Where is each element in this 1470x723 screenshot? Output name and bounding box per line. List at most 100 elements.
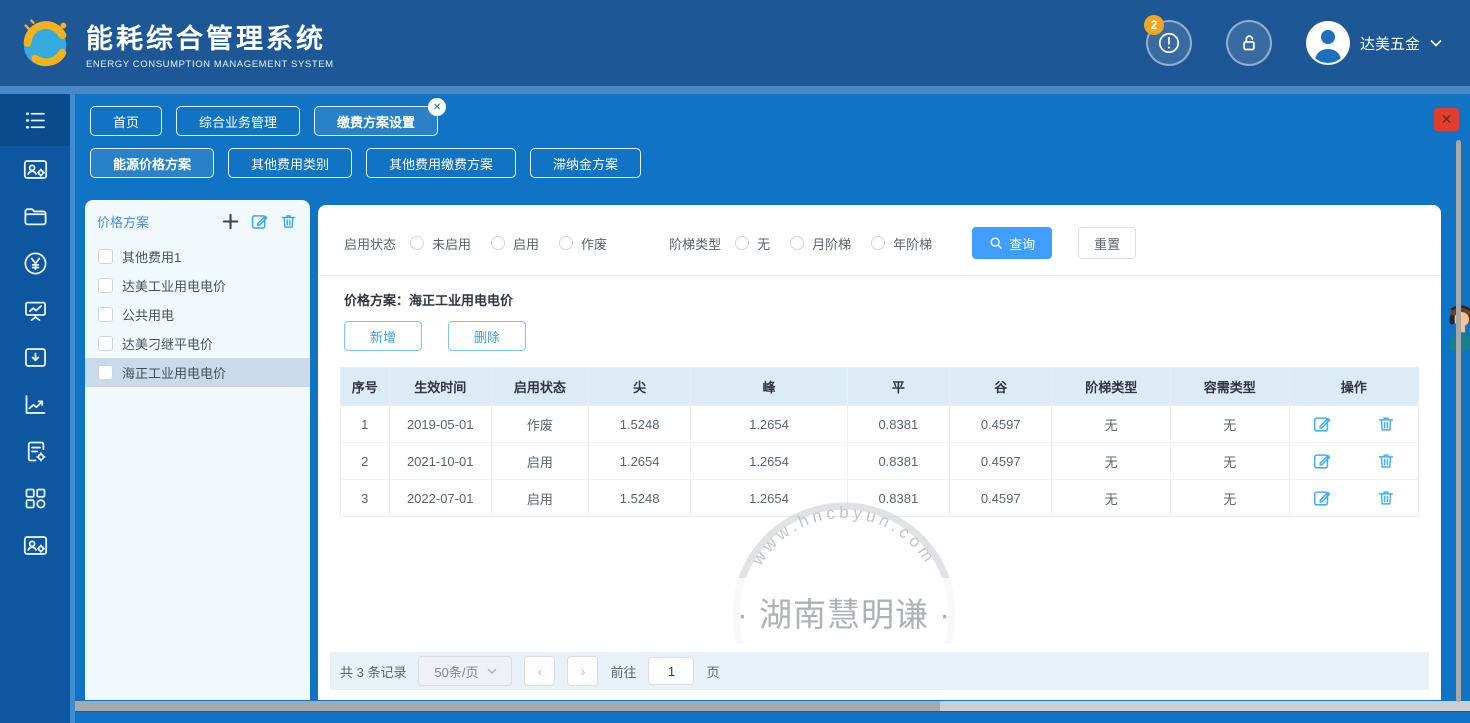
table-cell: 无	[1171, 443, 1290, 480]
delete-button[interactable]: 删除	[448, 321, 526, 351]
edit-row-button[interactable]	[1312, 451, 1332, 471]
operations-cell	[1289, 406, 1418, 443]
radio-circle[interactable]	[491, 236, 505, 250]
plus-icon[interactable]	[220, 211, 240, 231]
tab-label: 其他费用缴费方案	[389, 154, 493, 173]
radio-circle[interactable]	[735, 236, 749, 250]
sidebar-item[interactable]	[0, 522, 70, 569]
delete-row-button[interactable]	[1376, 414, 1396, 434]
close-tab-badge[interactable]: ✕	[428, 98, 446, 116]
radio-circle[interactable]	[790, 236, 804, 250]
radio-label: 月阶梯	[812, 234, 851, 253]
prev-page-button[interactable]: ‹	[524, 656, 555, 686]
sidebar-item[interactable]	[0, 287, 70, 334]
radio-label: 年阶梯	[893, 234, 932, 253]
edit-icon[interactable]	[249, 211, 269, 231]
radio-option[interactable]: 年阶梯	[871, 234, 932, 253]
sidebar-item[interactable]	[0, 94, 70, 146]
app-window: 能耗综合管理系统 ENERGY CONSUMPTION MANAGEMENT S…	[0, 0, 1470, 723]
trash-icon[interactable]	[278, 211, 298, 231]
sidebar-item[interactable]	[0, 146, 70, 193]
sidebar-item[interactable]	[0, 193, 70, 240]
bottom-band	[75, 711, 1470, 723]
query-button[interactable]: 查询	[972, 227, 1052, 259]
chevron-down-icon	[487, 668, 497, 674]
plan-list-item[interactable]: 达美刁继平电价	[85, 329, 310, 358]
tab-其他费用类别[interactable]: 其他费用类别	[228, 148, 352, 178]
operations-cell	[1289, 480, 1418, 517]
table-cell: 0.8381	[847, 443, 949, 480]
plan-list-item[interactable]: 其他费用1	[85, 242, 310, 271]
radio-label: 启用	[513, 234, 539, 253]
vertical-scrollbar[interactable]	[1456, 140, 1461, 702]
table-cell: 1.2654	[691, 480, 847, 517]
tab-label: 综合业务管理	[199, 112, 277, 131]
sidebar-item[interactable]	[0, 334, 70, 381]
close-workspace-button[interactable]: ✕	[1434, 108, 1459, 131]
table-cell: 无	[1171, 480, 1290, 517]
app-title: 能耗综合管理系统	[86, 17, 334, 56]
radio-circle[interactable]	[871, 236, 885, 250]
table-cell: 无	[1052, 480, 1171, 517]
radio-option[interactable]: 启用	[491, 234, 539, 253]
tab-综合业务管理[interactable]: 综合业务管理	[176, 106, 300, 136]
edit-row-button[interactable]	[1312, 488, 1332, 508]
checkbox[interactable]	[98, 365, 113, 380]
edit-row-button[interactable]	[1312, 414, 1332, 434]
radio-option[interactable]: 月阶梯	[790, 234, 851, 253]
user-menu[interactable]: 达美五金	[1306, 21, 1442, 65]
table-cell: 1.5248	[588, 480, 690, 517]
plan-list-item[interactable]: 海正工业用电电价	[85, 358, 310, 387]
horizontal-scrollbar[interactable]	[75, 701, 1470, 711]
lock-button[interactable]	[1226, 20, 1272, 66]
table-cell: 2019-05-01	[389, 406, 491, 443]
table-cell: 0.4597	[950, 406, 1052, 443]
plan-list-item[interactable]: 达美工业用电电价	[85, 271, 310, 300]
next-page-button[interactable]: ›	[567, 656, 598, 686]
money-yen-icon	[22, 250, 49, 277]
sidebar-item[interactable]	[0, 428, 70, 475]
current-plan-value: 海正工业用电电价	[409, 293, 513, 308]
checkbox[interactable]	[98, 278, 113, 293]
delete-row-button[interactable]	[1376, 488, 1396, 508]
current-plan-label: 价格方案：	[344, 293, 409, 308]
page-size-select[interactable]: 50条/页	[418, 656, 512, 686]
checkbox[interactable]	[98, 307, 113, 322]
tab-能源价格方案[interactable]: 能源价格方案	[90, 148, 214, 178]
table-cell: 无	[1052, 406, 1171, 443]
page-input[interactable]	[648, 657, 694, 685]
radio-option[interactable]: 作废	[559, 234, 607, 253]
tab-缴费方案设置[interactable]: 缴费方案设置✕	[314, 106, 438, 136]
column-header: 谷	[950, 368, 1052, 406]
tab-首页[interactable]: 首页	[90, 106, 162, 136]
radio-option[interactable]: 未启用	[410, 234, 471, 253]
chevron-down-icon	[1430, 39, 1442, 47]
sidebar-item[interactable]	[0, 381, 70, 428]
add-button[interactable]: 新增	[344, 321, 422, 351]
tab-滞纳金方案[interactable]: 滞纳金方案	[530, 148, 641, 178]
line-chart-icon	[22, 391, 49, 418]
plan-list-item[interactable]: 公共用电	[85, 300, 310, 329]
checkbox[interactable]	[98, 249, 113, 264]
tab-label: 能源价格方案	[113, 154, 191, 173]
avatar	[1306, 21, 1350, 65]
delete-row-button[interactable]	[1376, 451, 1396, 471]
table-row: 12019-05-01作废1.52481.26540.83810.4597无无	[341, 406, 1419, 443]
sidebar-item[interactable]	[0, 475, 70, 522]
notification-button[interactable]: 2	[1146, 20, 1192, 66]
checkbox[interactable]	[98, 336, 113, 351]
radio-label: 未启用	[432, 234, 471, 253]
column-header: 阶梯类型	[1052, 368, 1171, 406]
plan-item-label: 海正工业用电电价	[122, 363, 226, 382]
horizontal-scrollbar-thumb[interactable]	[75, 701, 940, 711]
plan-item-label: 达美刁继平电价	[122, 334, 213, 353]
sidebar	[0, 94, 75, 723]
radio-circle[interactable]	[410, 236, 424, 250]
reset-button[interactable]: 重置	[1078, 227, 1136, 259]
radio-circle[interactable]	[559, 236, 573, 250]
column-header: 生效时间	[389, 368, 491, 406]
table-cell: 0.4597	[950, 443, 1052, 480]
tab-其他费用缴费方案[interactable]: 其他费用缴费方案	[366, 148, 516, 178]
radio-option[interactable]: 无	[735, 234, 770, 253]
sidebar-item[interactable]	[0, 240, 70, 287]
